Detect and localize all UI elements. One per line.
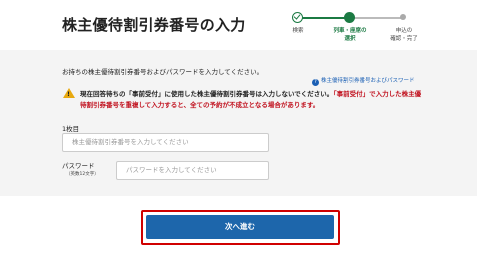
help-link[interactable]: ? 株主優待割引券番号およびパスワード [312,76,415,86]
password-input[interactable]: パスワードを入力してください [116,161,269,180]
next-button[interactable]: 次へ進む [146,215,334,239]
instruction-text: お持ちの株主優待割引券番号およびパスワードを入力してください。 [62,68,264,76]
stepper-line-complete [298,17,349,19]
step-current-dot-icon [344,12,355,23]
warning-message: 現在回答待ちの「事前受付」に使用した株主優待割引券番号は入力しないでください。「… [80,89,425,111]
step-label-confirm: 申込の 確認・完了 [390,28,418,42]
stepper-line-upcoming [349,17,403,19]
step-upcoming-dot-icon [400,14,406,20]
step-label-search: 検索 [292,28,304,34]
password-sublabel: （英数12文字） [66,172,99,177]
coupon-label: 1枚目 [62,125,80,133]
page-title: 株主優待割引券番号の入力 [62,16,246,34]
warning-text: 現在回答待ちの「事前受付」に使用した株主優待割引券番号は入力しないでください。 [80,90,334,98]
question-icon: ? [312,79,319,86]
step-complete-check-icon [292,12,303,23]
coupon-number-input[interactable]: 株主優待割引券番号を入力してください [62,133,269,152]
warning-icon: ! [63,88,75,98]
step-label-seat-selection: 列車・座席の 選択 [333,28,367,42]
password-label: パスワード [62,162,95,170]
progress-stepper: 検索 列車・座席の 選択 申込の 確認・完了 [292,12,418,50]
next-button-highlight: 次へ進む [141,210,340,245]
page-header: 株主優待割引券番号の入力 検索 列車・座席の 選択 申込の 確認・完了 [0,0,477,50]
help-link-label: 株主優待割引券番号およびパスワード [321,78,415,84]
